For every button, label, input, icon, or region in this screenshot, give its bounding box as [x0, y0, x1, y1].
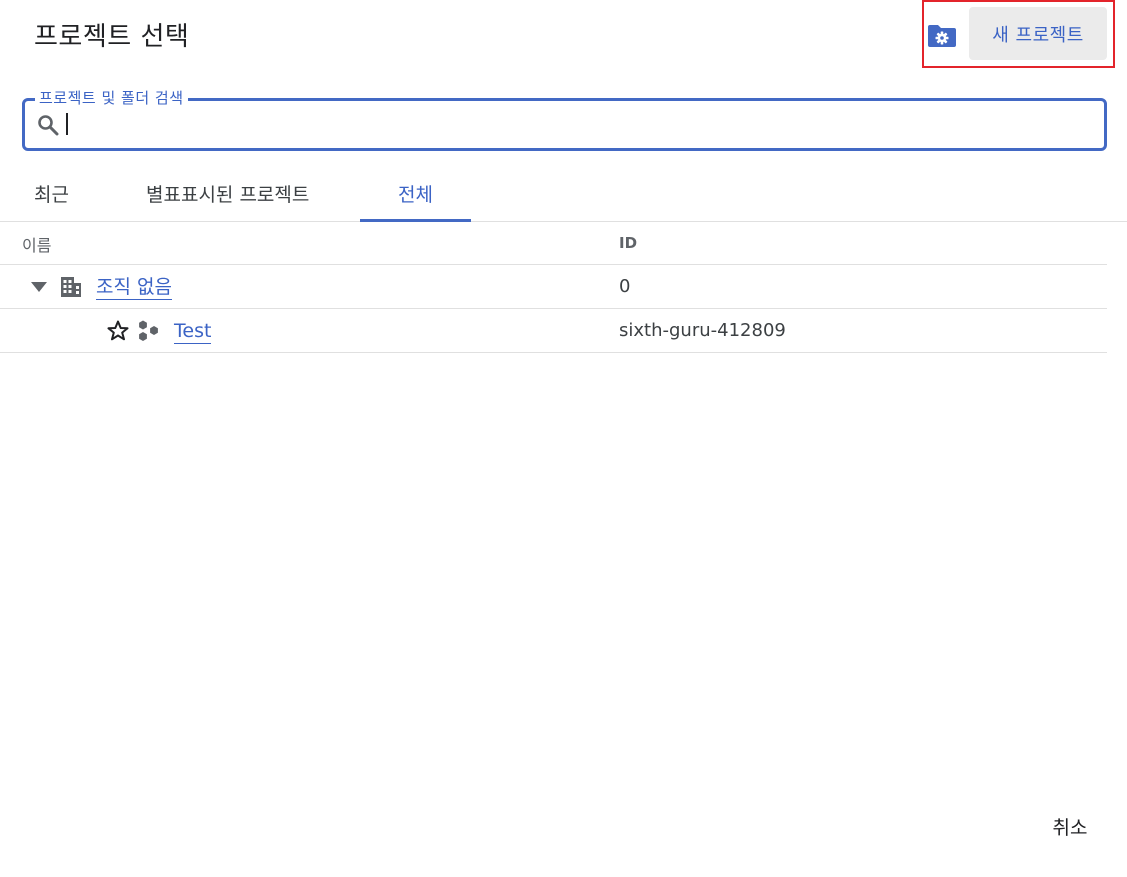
search-input[interactable] [70, 105, 1096, 145]
project-id: sixth-guru-412809 [619, 320, 786, 341]
search-field[interactable]: 프로젝트 및 폴더 검색 [22, 87, 1107, 151]
project-table: 이름 ID 조직 없음 0 Test sixth-guru-412809 [0, 222, 1107, 353]
tab-all[interactable]: 전체 [360, 172, 471, 222]
building-icon [61, 277, 81, 297]
tab-starred[interactable]: 별표표시된 프로젝트 [146, 172, 309, 222]
column-header-id: ID [619, 234, 638, 252]
cancel-button[interactable]: 취소 [1040, 806, 1100, 846]
organization-link[interactable]: 조직 없음 [96, 275, 172, 300]
table-row: 조직 없음 0 [0, 265, 1107, 309]
project-picker-dialog: 프로젝트 선택 새 프로젝트 프로젝트 및 폴더 검색 최근 별표표시된 프로젝… [0, 0, 1127, 877]
tab-recent[interactable]: 최근 [34, 172, 69, 222]
table-header: 이름 ID [0, 222, 1107, 265]
search-icon [38, 115, 59, 136]
dialog-title: 프로젝트 선택 [34, 22, 190, 52]
triangle-down-icon[interactable] [30, 281, 48, 293]
organization-id: 0 [619, 276, 631, 297]
text-cursor [66, 113, 68, 135]
star-outline-icon[interactable] [106, 319, 130, 343]
project-hexagons-icon [139, 320, 158, 341]
column-header-name: 이름 [22, 236, 52, 255]
tab-bar: 최근 별표표시된 프로젝트 전체 [0, 172, 1127, 222]
new-project-button[interactable]: 새 프로젝트 [969, 7, 1107, 60]
project-link[interactable]: Test [174, 319, 212, 344]
table-row: Test sixth-guru-412809 [0, 309, 1107, 353]
